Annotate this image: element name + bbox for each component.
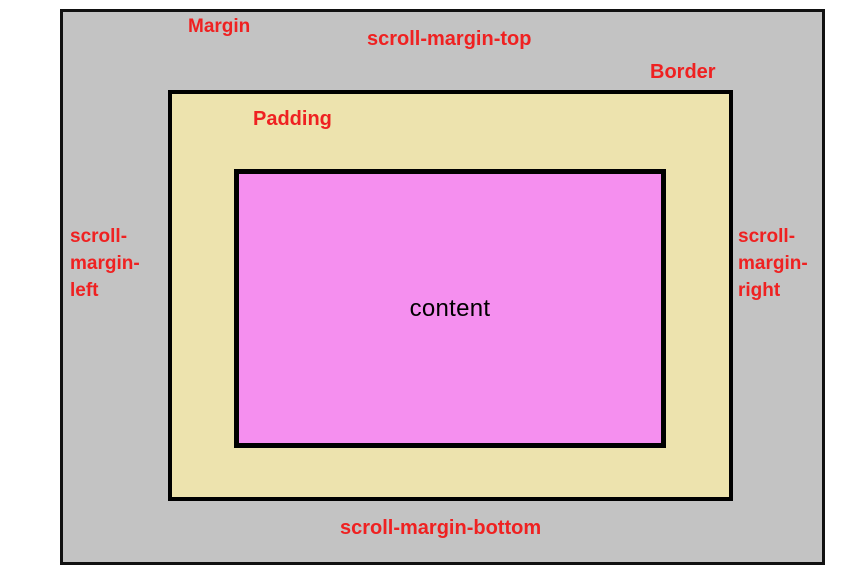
label-scroll-margin-bottom: scroll-margin-bottom — [340, 517, 542, 539]
content-box: content — [234, 169, 666, 448]
label-scroll-margin-right: scroll-margin-right — [738, 226, 808, 301]
padding-box: content — [168, 90, 733, 501]
label-padding: Padding — [253, 108, 332, 130]
label-border: Border — [650, 61, 716, 83]
margin-box: content — [60, 9, 825, 565]
label-margin: Margin — [188, 16, 251, 37]
content-label: content — [409, 294, 491, 322]
label-scroll-margin-top: scroll-margin-top — [367, 28, 532, 50]
box-model-diagram: content Margin scroll-margin-top Border … — [0, 0, 852, 587]
label-scroll-margin-left: scroll-margin-left — [70, 226, 140, 301]
